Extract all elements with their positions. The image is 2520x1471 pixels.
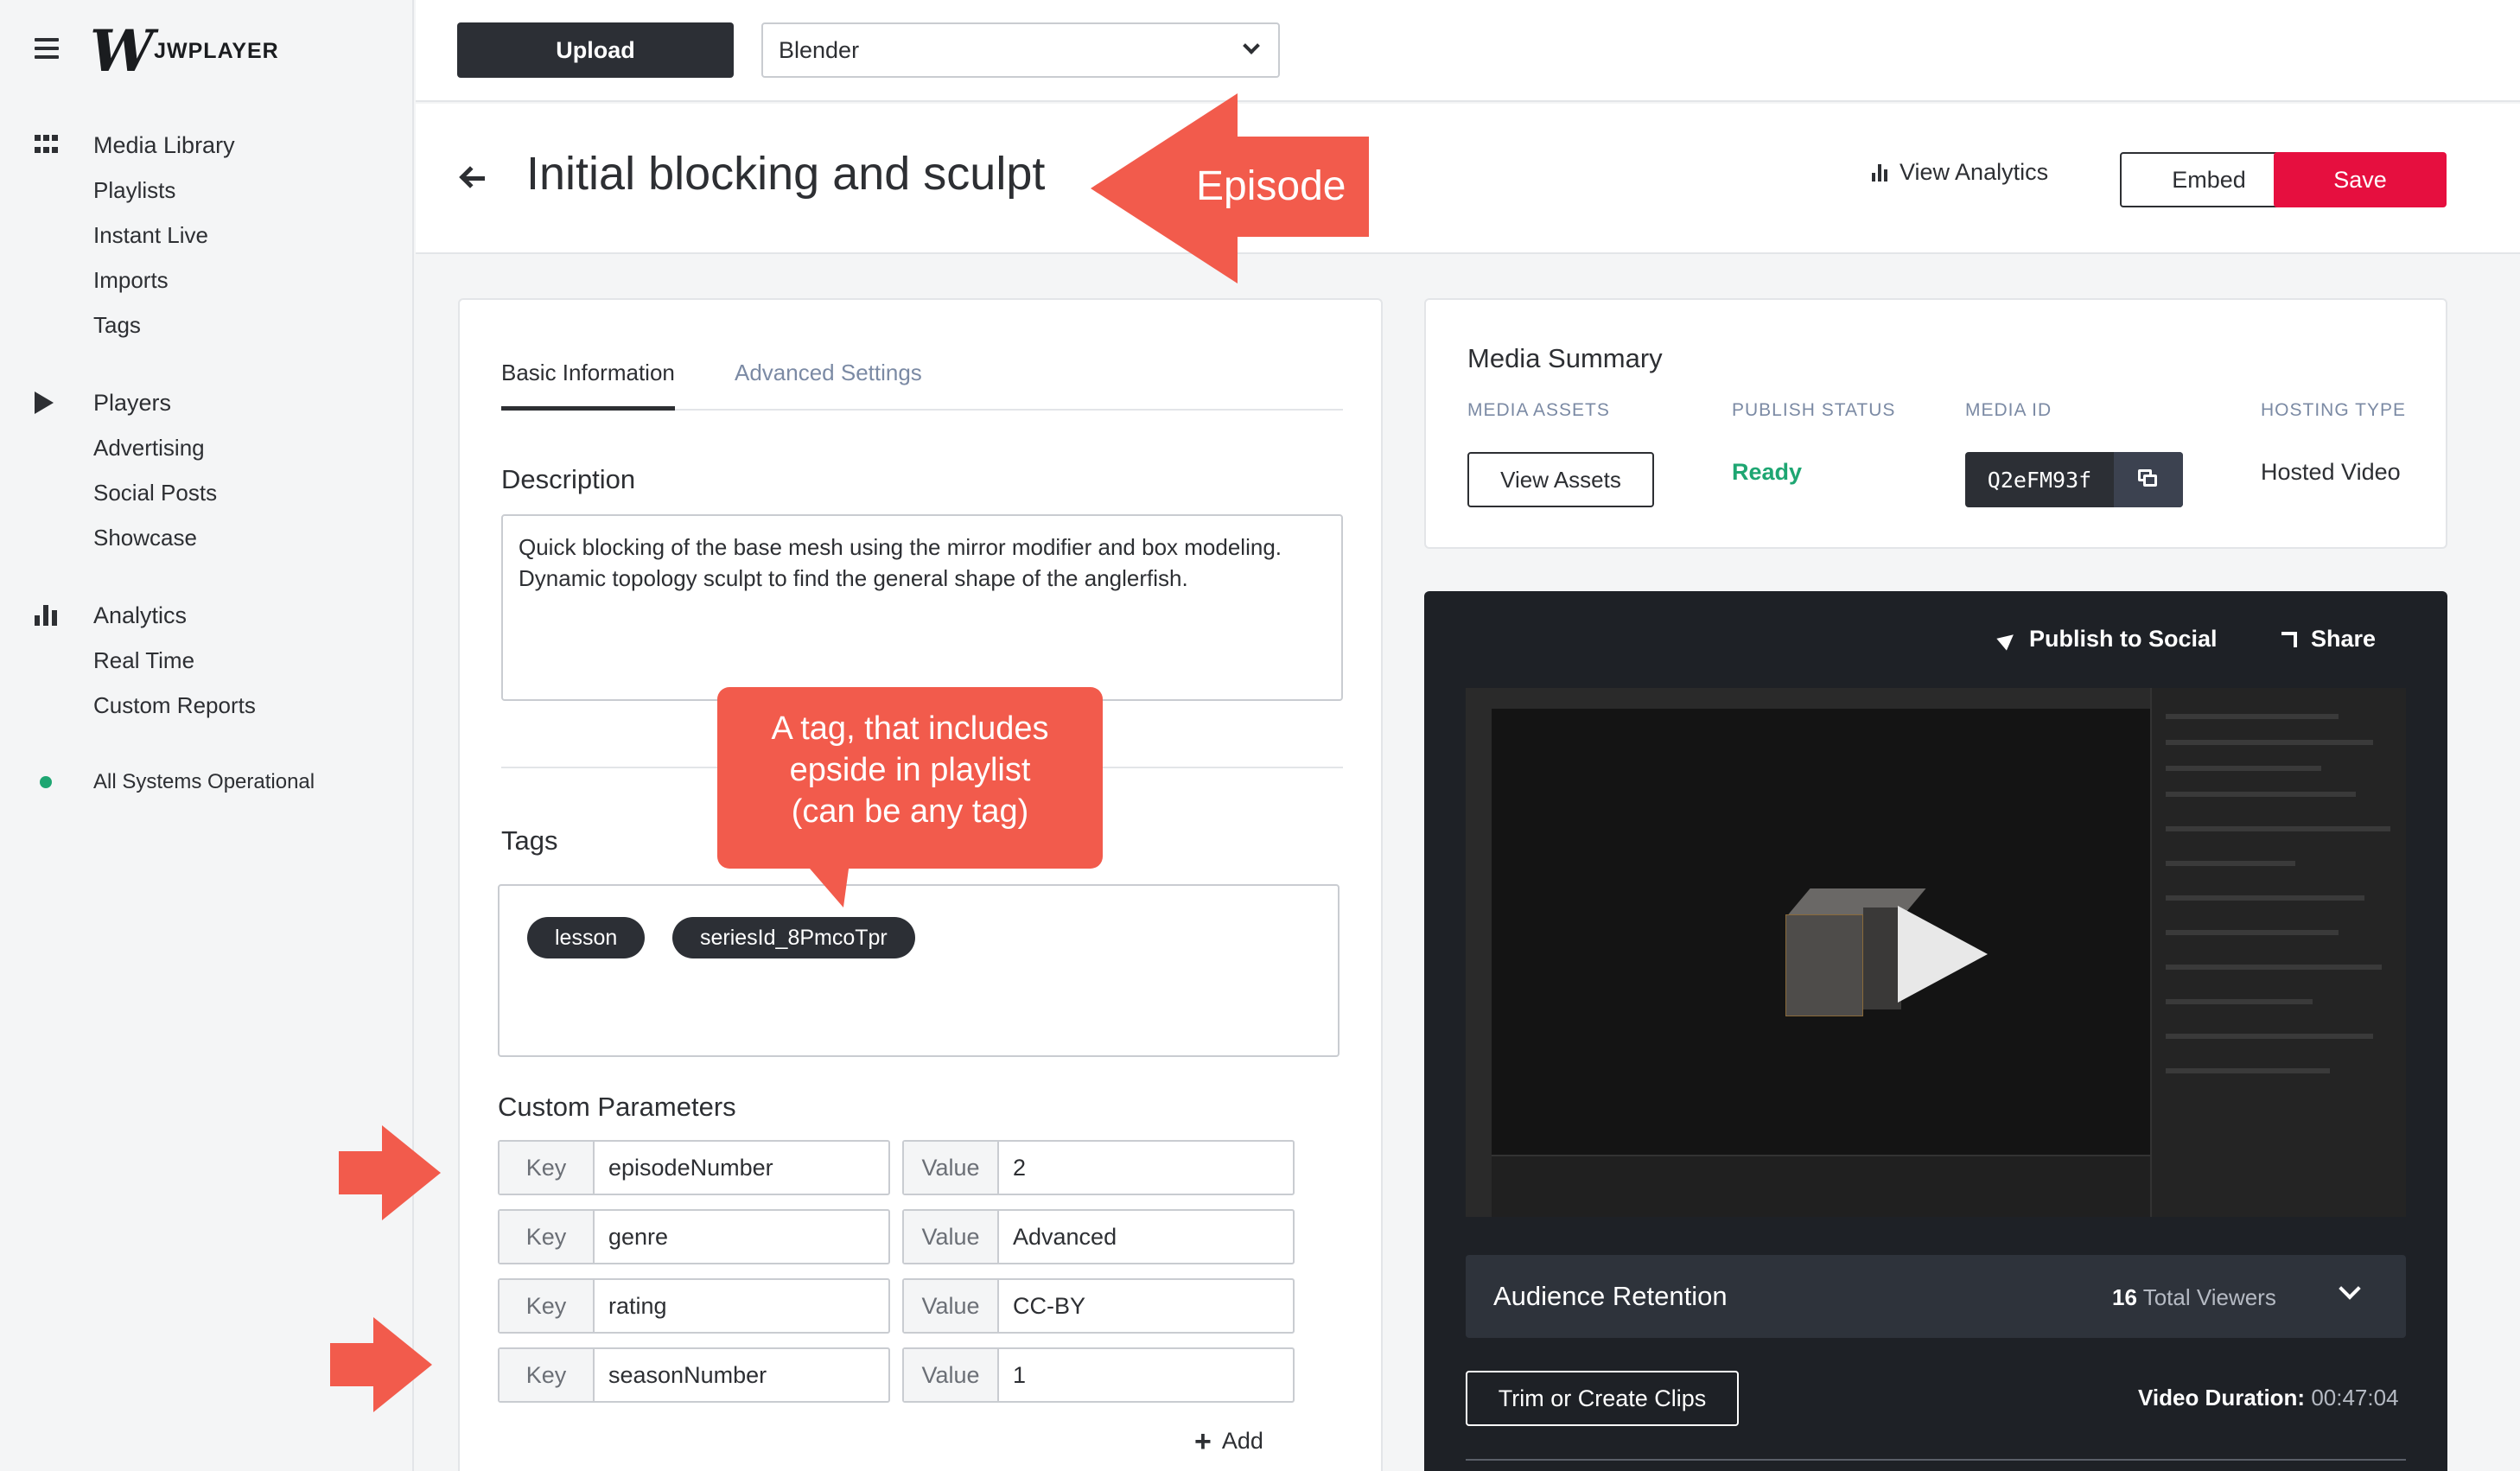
episode-annotation-text: Episode — [1196, 163, 1346, 209]
description-field[interactable]: Quick blocking of the base mesh using th… — [501, 514, 1343, 701]
video-frame-timeline — [1492, 1155, 2150, 1217]
save-button[interactable]: Save — [2274, 152, 2447, 207]
media-header: Initial blocking and sculpt View Analyti… — [416, 104, 2520, 254]
param-value-field[interactable]: Value 2 — [902, 1140, 1295, 1195]
nav-group-media: Media Library Playlists Instant Live Imp… — [0, 123, 414, 347]
sidebar-item-social-posts[interactable]: Social Posts — [0, 470, 414, 515]
status-dot-icon — [40, 776, 52, 788]
media-id-value: Q2eFM93f — [1987, 467, 2092, 493]
audience-retention-title: Audience Retention — [1493, 1281, 1728, 1311]
grid-icon — [35, 135, 59, 156]
player-card: Publish to Social Share Audience Retenti… — [1424, 591, 2447, 1471]
hamburger-menu-icon[interactable] — [35, 38, 59, 59]
publish-to-social-button[interactable]: Publish to Social — [1996, 626, 2218, 653]
sidebar: W JWPLAYER Media Library Playlists Instan… — [0, 0, 414, 1471]
play-icon — [35, 392, 59, 414]
copy-icon — [2138, 469, 2157, 488]
param-row: Key seasonNumber Value 1 — [498, 1347, 1295, 1403]
top-bar: Upload Blender — [416, 0, 2520, 102]
sidebar-item-imports[interactable]: Imports — [0, 258, 414, 302]
add-param-button[interactable]: + Add — [1194, 1424, 1263, 1458]
total-viewers: 16 Total Viewers — [2112, 1284, 2276, 1310]
param-key-field[interactable]: Key genre — [498, 1209, 890, 1264]
video-duration: Video Duration: 00:47:04 — [2138, 1385, 2399, 1411]
property-select-value: Blender — [779, 36, 860, 63]
sidebar-item-playlists[interactable]: Playlists — [0, 168, 414, 213]
sidebar-item-advertising[interactable]: Advertising — [0, 425, 414, 470]
back-arrow-icon[interactable] — [459, 166, 485, 192]
video-frame-right-panel — [2150, 688, 2406, 1217]
sidebar-item-players[interactable]: Players — [0, 380, 414, 425]
publish-status-value: Ready — [1732, 459, 1803, 485]
chevron-down-icon — [1243, 37, 1260, 54]
bar-chart-icon — [1872, 163, 1887, 181]
tags-field[interactable]: lesson seriesId_8PmcoTpr — [498, 884, 1340, 1057]
media-summary-title: Media Summary — [1467, 343, 1663, 373]
upload-button[interactable]: Upload — [457, 22, 734, 78]
media-summary-card: Media Summary MEDIA ASSETS PUBLISH STATU… — [1424, 298, 2447, 549]
play-icon[interactable] — [1898, 906, 1988, 1003]
episode-annotation-arrow: Episode — [1091, 93, 1371, 285]
plus-icon: + — [1194, 1424, 1212, 1458]
details-card: Basic Information Advanced Settings Desc… — [458, 298, 1383, 1471]
tag-chip[interactable]: lesson — [527, 917, 646, 958]
bar-chart-icon — [35, 605, 59, 626]
sidebar-item-custom-reports[interactable]: Custom Reports — [0, 683, 414, 728]
details-tabs: Basic Information Advanced Settings — [501, 352, 1343, 411]
tags-label: Tags — [501, 825, 558, 856]
param-key-field[interactable]: Key rating — [498, 1278, 890, 1334]
param-value-field[interactable]: Value 1 — [902, 1347, 1295, 1403]
tab-advanced-settings[interactable]: Advanced Settings — [735, 352, 922, 411]
trim-clips-button[interactable]: Trim or Create Clips — [1466, 1371, 1739, 1426]
custom-parameters-label: Custom Parameters — [498, 1092, 736, 1122]
media-id-heading: MEDIA ID — [1965, 400, 2052, 420]
jwplayer-logo[interactable]: W JWPLAYER — [90, 22, 279, 80]
send-icon — [1996, 627, 2019, 651]
view-analytics-link[interactable]: View Analytics — [1872, 159, 2048, 186]
param-row: Key rating Value CC-BY — [498, 1278, 1295, 1334]
property-select[interactable]: Blender — [761, 22, 1280, 78]
hosting-type-heading: HOSTING TYPE — [2261, 400, 2406, 420]
chevron-down-icon[interactable] — [2339, 1277, 2361, 1300]
sidebar-item-real-time[interactable]: Real Time — [0, 638, 414, 683]
embed-button[interactable]: Embed — [2120, 152, 2298, 207]
param-row: Key genre Value Advanced — [498, 1209, 1295, 1264]
param-value-field[interactable]: Value Advanced — [902, 1209, 1295, 1264]
share-button[interactable]: Share — [2281, 626, 2376, 653]
tab-basic-information[interactable]: Basic Information — [501, 352, 675, 411]
copy-button[interactable] — [2114, 452, 2183, 507]
sidebar-item-analytics[interactable]: Analytics — [0, 593, 414, 638]
param-key-field[interactable]: Key seasonNumber — [498, 1347, 890, 1403]
sidebar-item-tags[interactable]: Tags — [0, 302, 414, 347]
sidebar-item-media-library[interactable]: Media Library — [0, 123, 414, 168]
media-id-box: Q2eFM93f — [1965, 452, 2183, 507]
tag-annotation-callout: A tag, that includes epside in playlist … — [717, 687, 1103, 869]
view-assets-button[interactable]: View Assets — [1467, 452, 1654, 507]
nav-group-players: Players Advertising Social Posts Showcas… — [0, 380, 414, 560]
share-icon — [2281, 631, 2297, 647]
divider — [1466, 1459, 2406, 1461]
hosting-type-value: Hosted Video — [2261, 459, 2401, 485]
nav-group-analytics: Analytics Real Time Custom Reports — [0, 593, 414, 728]
param-row: Key episodeNumber Value 2 — [498, 1140, 1295, 1195]
audience-retention-panel[interactable]: Audience Retention 16 Total Viewers — [1466, 1255, 2406, 1338]
media-assets-heading: MEDIA ASSETS — [1467, 400, 1610, 420]
cube-thumbnail — [1785, 888, 1926, 1016]
video-player[interactable] — [1466, 688, 2406, 1217]
sidebar-item-showcase[interactable]: Showcase — [0, 515, 414, 560]
page-title: Initial blocking and sculpt — [526, 148, 1046, 200]
description-label: Description — [501, 464, 636, 494]
tag-chip[interactable]: seriesId_8PmcoTpr — [672, 917, 915, 958]
param-value-field[interactable]: Value CC-BY — [902, 1278, 1295, 1334]
system-status[interactable]: All Systems Operational — [0, 764, 414, 799]
param-annotation-arrow — [330, 1317, 434, 1412]
publish-status-heading: PUBLISH STATUS — [1732, 400, 1896, 420]
param-annotation-arrow — [339, 1125, 442, 1220]
sidebar-item-instant-live[interactable]: Instant Live — [0, 213, 414, 258]
video-frame-left-panel — [1466, 688, 1492, 1217]
param-key-field[interactable]: Key episodeNumber — [498, 1140, 890, 1195]
